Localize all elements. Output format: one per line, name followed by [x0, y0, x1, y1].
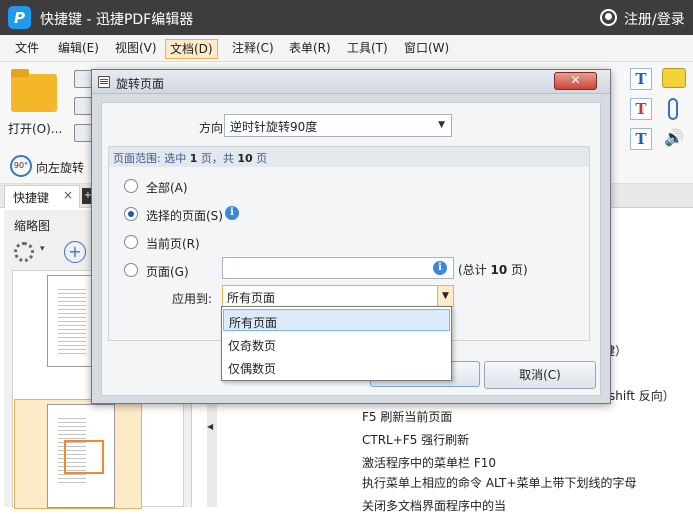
radio-page-range-label[interactable]: 页面(G)	[146, 263, 189, 280]
radio-all-pages[interactable]	[124, 179, 138, 193]
cancel-button[interactable]: 取消(C)	[484, 361, 596, 389]
close-icon[interactable]: ✕	[554, 72, 597, 90]
apply-to-select[interactable]: 所有页面 ▼	[222, 285, 454, 307]
dialog-title-bar[interactable]: 旋转页面 ✕	[92, 70, 610, 94]
menu-edit[interactable]: 编辑(E)	[54, 39, 103, 59]
document-text-line: 激活程序中的菜单栏 F10	[362, 456, 496, 470]
document-tab[interactable]: 快捷键 ×	[4, 185, 80, 208]
menu-bar: 文件 编辑(E) 视图(V) 文档(D) 注释(C) 表单(R) 工具(T) 窗…	[0, 35, 693, 62]
direction-label: 方向:	[199, 121, 228, 135]
document-text-line: 执行菜单上相应的命令 ALT+菜单上带下划线的字母	[362, 476, 637, 490]
radio-selected-pages[interactable]	[124, 207, 138, 221]
page-range-header: 页面范围: 选中 1 页，共 10 页	[109, 147, 589, 167]
menu-file[interactable]: 文件	[11, 39, 43, 59]
login-link[interactable]: 注册/登录	[624, 9, 685, 29]
document-icon[interactable]	[74, 124, 92, 142]
title-bar: P 快捷键 - 迅捷PDF编辑器 注册/登录	[0, 0, 693, 35]
rotate-left-button[interactable]: 向左旋转	[36, 159, 84, 176]
menu-window[interactable]: 窗口(W)	[400, 39, 453, 59]
apply-to-label: 应用到:	[172, 292, 213, 306]
gear-icon[interactable]	[14, 242, 34, 262]
attachment-icon[interactable]	[668, 98, 678, 120]
save-icon[interactable]	[74, 70, 92, 88]
rotate-left-icon[interactable]: 90°	[10, 155, 32, 177]
info-icon[interactable]: i	[225, 206, 239, 220]
pages-input[interactable]: i	[222, 257, 454, 279]
sound-icon[interactable]: 🔊	[664, 128, 686, 148]
document-text-line: CTRL+F5 强行刷新	[362, 433, 470, 447]
chevron-down-icon[interactable]: ▼	[437, 286, 453, 306]
radio-current-page[interactable]	[124, 235, 138, 249]
radio-current-page-label[interactable]: 当前页(R)	[146, 235, 200, 252]
document-text-line: shift 反向）	[609, 389, 675, 403]
total-pages-label: (总计 10 页)	[458, 263, 528, 277]
print-icon[interactable]	[74, 97, 92, 115]
open-button-label[interactable]: 打开(O)...	[8, 120, 62, 137]
open-folder-icon[interactable]	[11, 69, 57, 112]
strikeout-tool-icon[interactable]: T	[630, 98, 652, 120]
apply-to-dropdown: 所有页面 仅奇数页 仅偶数页	[221, 306, 452, 381]
direction-select[interactable]: 逆时针旋转90度 ▼	[224, 114, 452, 137]
app-title: 快捷键 - 迅捷PDF编辑器	[40, 12, 194, 28]
user-icon[interactable]	[600, 9, 617, 26]
dialog-title: 旋转页面	[116, 77, 165, 91]
menu-comment[interactable]: 注释(C)	[228, 39, 278, 59]
radio-all-pages-label[interactable]: 全部(A)	[146, 179, 188, 196]
thumbnail-panel-title: 缩略图	[14, 219, 51, 233]
document-tab-title: 快捷键	[13, 191, 50, 205]
text-tool-icon[interactable]: T	[630, 68, 652, 90]
info-icon[interactable]: i	[433, 261, 447, 275]
option-odd-pages[interactable]: 仅奇数页	[223, 333, 450, 355]
document-text-line: 关闭多文档界面程序中的当	[362, 499, 507, 513]
app-logo-icon: P	[8, 6, 31, 29]
radio-selected-pages-label[interactable]: 选择的页面(S)	[146, 207, 223, 224]
thumbnail-view-box[interactable]	[64, 440, 104, 474]
chevron-left-icon[interactable]: ◀	[207, 422, 217, 432]
apply-to-value: 所有页面	[227, 291, 276, 305]
option-even-pages[interactable]: 仅偶数页	[223, 356, 450, 378]
close-tab-icon[interactable]: ×	[63, 188, 73, 202]
add-thumbnail-button[interactable]: +	[64, 241, 86, 263]
menu-document[interactable]: 文档(D)	[165, 39, 218, 59]
chevron-down-icon[interactable]: ▾	[40, 244, 45, 254]
direction-select-value: 逆时针旋转90度	[230, 120, 318, 134]
option-all-pages[interactable]: 所有页面	[223, 309, 450, 331]
page-range-summary: 页面范围: 选中 1 页，共 10 页	[113, 152, 268, 165]
menu-form[interactable]: 表单(R)	[285, 39, 335, 59]
sticky-note-icon[interactable]	[662, 68, 686, 88]
menu-view[interactable]: 视图(V)	[111, 39, 161, 59]
underline-tool-icon[interactable]: T	[630, 128, 652, 150]
menu-tools[interactable]: 工具(T)	[343, 39, 392, 59]
chevron-down-icon: ▼	[438, 120, 445, 130]
radio-page-range[interactable]	[124, 263, 138, 277]
dialog-window-icon	[98, 76, 110, 88]
document-text-line: F5 刷新当前页面	[362, 410, 453, 424]
